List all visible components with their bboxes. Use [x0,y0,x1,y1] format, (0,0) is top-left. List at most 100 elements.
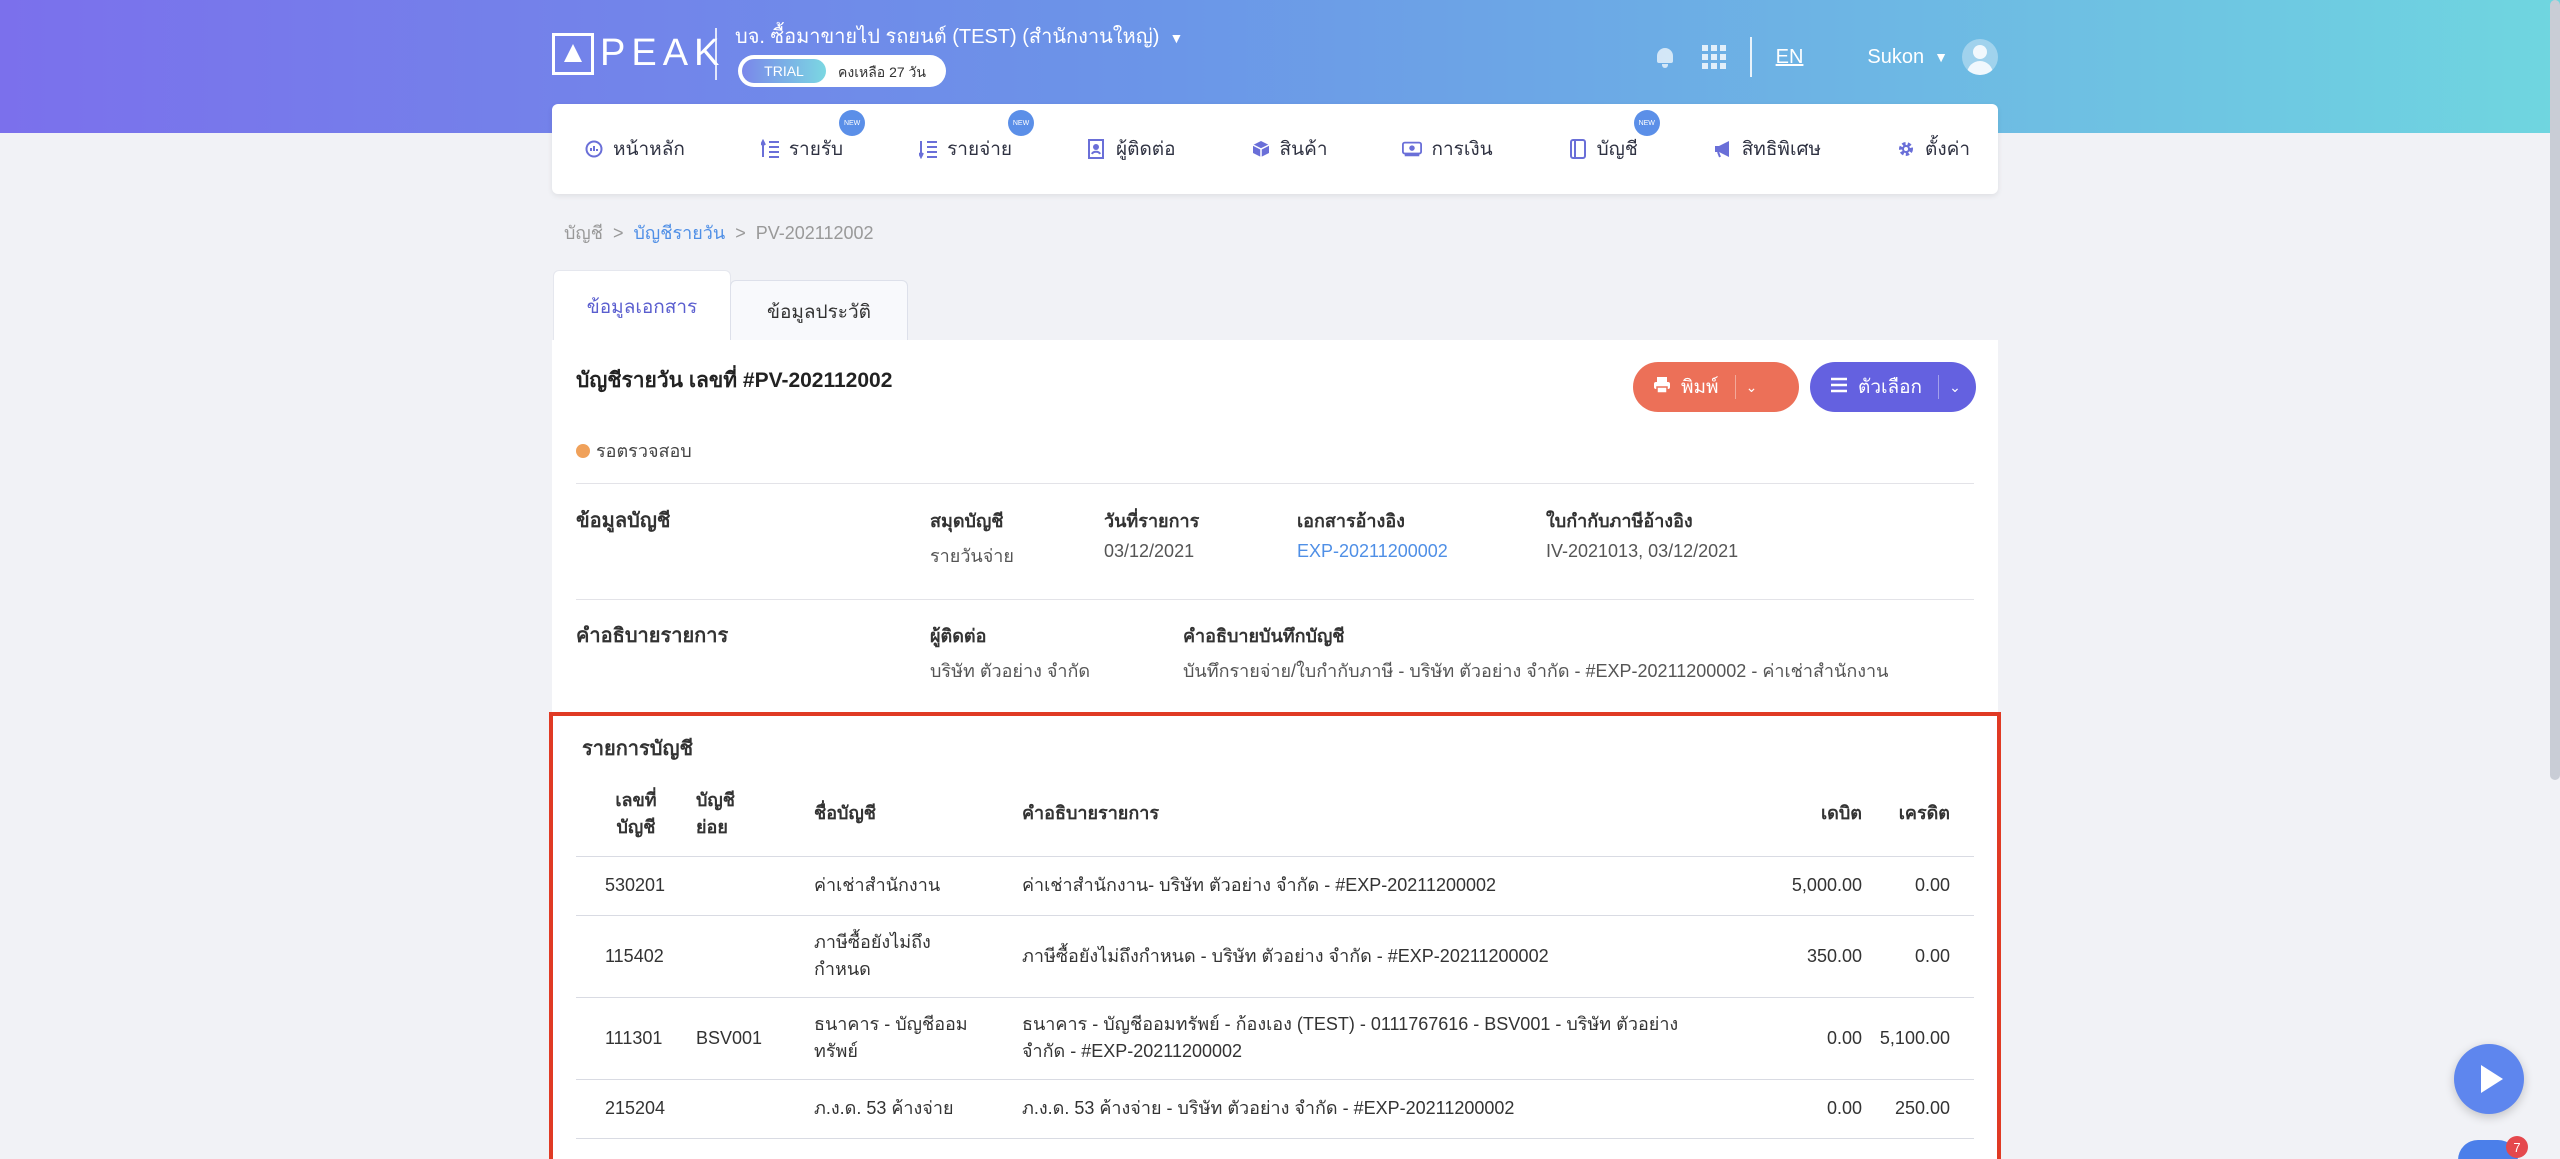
divider [1749,37,1752,77]
cell-account-name: ภ.ง.ด. 53 ค้างจ่าย [814,1079,1022,1139]
bell-icon[interactable] [1654,46,1676,68]
col-description: คำอธิบายรายการ [1022,772,1722,857]
main-nav: หน้าหลัก รายรับ NEW รายจ่าย NEW ผู้ติดต่… [552,104,1998,194]
cell-account-name: ธนาคาร - บัญชีออมทรัพย์ [814,997,1022,1080]
breadcrumb-root[interactable]: บัญชี [564,223,603,243]
tax-invoice-field: ใบกำกับภาษีอ้างอิง IV-2021013, 03/12/202… [1546,506,1738,562]
chevron-down-icon: ▼ [1169,30,1184,46]
nav-accounting[interactable]: บัญชี NEW [1568,104,1660,194]
scrollbar[interactable] [2550,0,2560,780]
document-card: บัญชีรายวัน เลขที่ #PV-202112002 พิมพ์ ⌄… [549,340,2001,1159]
user-name[interactable]: Sukon [1867,46,1924,69]
divider [576,599,1974,600]
contact-value: บริษัท ตัวอย่าง จำกัด [930,661,1091,681]
cell-description: ค่าเช่าสำนักงาน- บริษัท ตัวอย่าง จำกัด -… [1022,856,1722,916]
chevron-down-icon[interactable]: ⌄ [1938,375,1961,399]
nav-label: การเงิน [1431,139,1493,160]
cell-account-name: ภาษีซื้อยังไม่ถึงกำหนด [814,915,1022,998]
tab-history[interactable]: ข้อมูลประวัติ [730,280,908,342]
breadcrumb-separator: > [612,223,624,243]
play-video-button[interactable] [2454,1044,2524,1114]
chevron-down-icon[interactable]: ⌄ [1734,375,1757,399]
breadcrumb-journal[interactable]: บัญชีรายวัน [634,223,726,243]
nav-home[interactable]: หน้าหลัก [584,104,685,194]
money-icon [1402,139,1423,159]
cell-credit: 0.00 [1862,856,1974,916]
nav-label: รายจ่าย [947,139,1013,160]
nav-finance[interactable]: การเงิน [1402,104,1493,194]
print-button[interactable]: พิมพ์ ⌄ [1633,362,1799,412]
description-title: คำอธิบายรายการ [576,625,729,647]
list-icon [760,139,780,159]
printer-icon [1653,376,1671,399]
company-selector[interactable]: บจ. ซื้อมาขายไป รถยนต์ (TEST) (สำนักงานใ… [735,20,1183,52]
top-bar: PEAK บจ. ซื้อมาขายไป รถยนต์ (TEST) (สำนั… [552,18,1998,94]
nav-label: รายรับ [788,139,844,160]
nav-label: สินค้า [1279,139,1328,160]
book-icon [1568,139,1588,159]
ref-doc-link[interactable]: EXP-20211200002 [1297,541,1448,562]
col-credit: เครดิต [1862,772,1974,857]
language-switch[interactable]: EN [1776,46,1804,69]
account-info-title: ข้อมูลบัญชี [576,510,671,532]
cell-sub-account: BSV001 [696,997,814,1080]
avatar[interactable] [1962,39,1998,75]
options-label: ตัวเลือก [1858,377,1923,398]
tax-invoice-value: IV-2021013, 03/12/2021 [1546,541,1739,561]
logo-divider [715,28,717,80]
box-icon [1251,139,1271,159]
apps-grid-icon[interactable] [1701,45,1726,69]
nav-products[interactable]: สินค้า [1251,104,1328,194]
breadcrumb-current: PV-202112002 [755,223,874,243]
nav-income[interactable]: รายรับ NEW [760,104,866,194]
divider [576,483,1974,484]
table-header-row: เลขที่ บัญชี บัญชี ย่อย ชื่อบัญชี คำอธิบาย… [576,772,1974,857]
journal-label: สมุดบัญชี [930,511,1004,531]
chat-unread-badge: 7 [2506,1136,2528,1158]
table-row: 530201 ค่าเช่าสำนักงาน ค่าเช่าสำนักงาน- … [576,856,1974,916]
cell-credit: 5,100.00 [1862,997,1974,1080]
cell-sub-account [696,915,814,998]
col-debit: เดบิต [1722,772,1862,857]
peak-logo[interactable]: PEAK [552,32,725,75]
journal-value: รายวันจ่าย [930,546,1014,566]
cell-sub-account [696,1079,814,1139]
cell-account-no: 111301 [576,997,696,1080]
cell-debit: 5,000.00 [1722,856,1862,916]
nav-settings[interactable]: ตั้งค่า [1896,104,1970,194]
cell-sub-account [696,856,814,916]
cell-account-no: 115402 [576,915,696,998]
company-name: บจ. ซื้อมาขายไป รถยนต์ (TEST) (สำนักงานใ… [735,26,1160,48]
contact-label: ผู้ติดต่อ [930,626,987,646]
nav-contacts[interactable]: ผู้ติดต่อ [1087,104,1176,194]
cell-debit: 0.00 [1722,997,1862,1080]
nav-label: ตั้งค่า [1925,139,1970,160]
chevron-down-icon[interactable]: ▼ [1934,49,1948,65]
contact-field: ผู้ติดต่อ บริษัท ตัวอย่าง จำกัด [930,621,1090,685]
new-badge: NEW [839,110,866,136]
note-value: บันทึกรายจ่าย/ใบกำกับภาษี - บริษัท ตัวอย… [1183,661,1889,681]
logo-text: PEAK [600,32,726,74]
table-row: 215204 ภ.ง.ด. 53 ค้างจ่าย ภ.ง.ด. 53 ค้าง… [576,1079,1974,1139]
cell-account-name: ค่าเช่าสำนักงาน [814,856,1022,916]
top-right-controls: EN Sukon ▼ [1654,32,1998,82]
trial-badge: TRIAL คงเหลือ 27 วัน [738,55,946,87]
dashboard-icon [584,139,604,159]
journal-field: สมุดบัญชี รายวันจ่าย [930,506,1014,570]
options-button[interactable]: ตัวเลือก ⌄ [1810,362,1976,412]
note-field: คำอธิบายบันทึกบัญชี บันทึกรายจ่าย/ใบกำกั… [1183,621,1888,685]
logo-mark-icon [552,32,594,75]
new-badge: NEW [1008,110,1035,136]
list-icon [918,139,938,159]
page-title: บัญชีรายวัน เลขที่ #PV-202112002 [576,369,893,392]
nav-privileges[interactable]: สิทธิพิเศษ [1713,104,1821,194]
ref-doc-label: เอกสารอ้างอิง [1297,511,1405,531]
tab-document-info[interactable]: ข้อมูลเอกสาร [553,270,731,342]
status-text: รอตรวจสอบ [596,441,692,461]
trial-remaining: คงเหลือ 27 วัน [838,64,926,80]
nav-expense[interactable]: รายจ่าย NEW [918,104,1035,194]
journal-entries-table: เลขที่ บัญชี บัญชี ย่อย ชื่อบัญชี คำอธิบาย… [576,772,1974,1139]
status-dot [576,443,590,458]
cell-debit: 350.00 [1722,915,1862,998]
date-label: วันที่รายการ [1104,511,1200,531]
